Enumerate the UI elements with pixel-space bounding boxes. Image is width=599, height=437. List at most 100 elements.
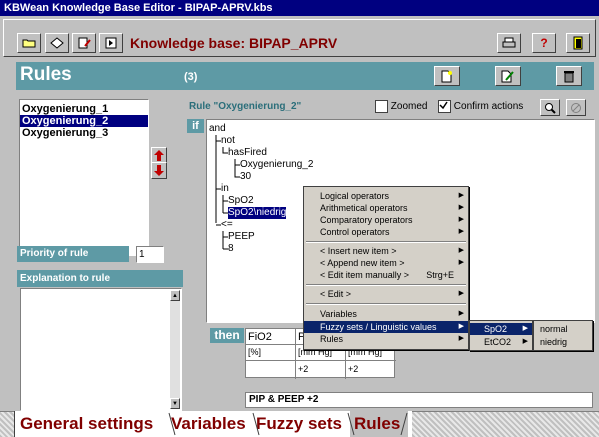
submenu-item-niedrig[interactable]: niedrig — [534, 336, 592, 348]
help-button[interactable]: ? — [532, 33, 556, 53]
menu-item-append[interactable]: < Append new item > ▶ — [304, 257, 468, 269]
new-rule-button[interactable] — [434, 66, 460, 86]
arrow-down-icon — [154, 165, 164, 176]
page-title: Rules — [20, 64, 72, 85]
submenu-arrow-icon: ▶ — [522, 338, 528, 345]
then-unit-cell: [%] — [248, 347, 262, 357]
shortcut-label: Strg+E — [426, 270, 454, 280]
arrow-up-icon — [154, 150, 164, 161]
if-label: if — [187, 119, 204, 133]
edit-rule-button[interactable] — [495, 66, 521, 86]
submenu-arrow-icon: ▶ — [458, 216, 464, 223]
menu-item-control[interactable]: Control operators ▶ — [304, 226, 468, 238]
trash-icon — [564, 70, 574, 82]
magnifier-icon — [545, 102, 556, 114]
open-button[interactable] — [17, 33, 41, 53]
exit-button[interactable] — [566, 33, 590, 53]
then-value-cell[interactable]: +2 — [348, 364, 358, 374]
explanation-scrollbar[interactable]: ▲ ▼ — [170, 290, 180, 409]
printer-icon — [502, 37, 516, 48]
submenu-arrow-icon: ▶ — [458, 259, 464, 266]
edit-document-icon — [78, 37, 91, 49]
fuzzy-variable-submenu: SpO2 ▶ EtCO2 ▶ — [469, 320, 533, 351]
menu-separator — [306, 241, 466, 243]
scroll-up-button[interactable]: ▲ — [170, 290, 180, 301]
submenu-item-etco2[interactable]: EtCO2 ▶ — [470, 336, 532, 348]
menu-item-rules[interactable]: Rules ▶ — [304, 333, 468, 345]
submenu-arrow-icon: ▶ — [458, 323, 464, 330]
menu-label: EtCO2 — [484, 337, 512, 347]
menu-item-variables[interactable]: Variables ▶ — [304, 308, 468, 320]
rule-title: Rule "Oxygenierung_2" — [189, 101, 302, 112]
then-label: then — [210, 328, 244, 343]
menu-label: < Edit item manually > — [320, 270, 410, 280]
run-button[interactable] — [99, 33, 123, 53]
list-item[interactable]: Oxygenierung_3 — [20, 127, 148, 139]
then-header-cell[interactable]: FiO2 — [248, 331, 272, 343]
clear-button[interactable] — [45, 33, 69, 53]
menu-item-logical[interactable]: Logical operators ▶ — [304, 190, 468, 202]
tree-connectors — [215, 135, 240, 250]
menu-item-insert[interactable]: < Insert new item > ▶ — [304, 245, 468, 257]
menu-item-comparatory[interactable]: Comparatory operators ▶ — [304, 214, 468, 226]
then-value-row: +2 +2 — [246, 362, 396, 378]
rules-header: Rules (3) — [16, 62, 594, 90]
explanation-label: Explanation to rule — [17, 270, 183, 287]
submenu-item-spo2[interactable]: SpO2 ▶ — [470, 323, 532, 335]
then-value-cell[interactable]: +2 — [298, 364, 308, 374]
list-item[interactable]: Oxygenierung_1 — [20, 103, 148, 115]
zoomed-checkbox[interactable]: Zoomed — [375, 100, 427, 113]
zoomed-label: Zoomed — [390, 101, 428, 113]
submenu-arrow-icon: ▶ — [458, 290, 464, 297]
menu-label: Rules — [320, 334, 344, 344]
menu-item-edit-manually[interactable]: < Edit item manually > Strg+E — [304, 269, 468, 281]
scroll-down-button[interactable]: ▼ — [170, 398, 180, 409]
menu-label: Comparatory operators — [320, 215, 413, 225]
checkmark-icon — [439, 101, 448, 110]
confirm-check-box[interactable] — [438, 100, 451, 113]
edit-rule-icon — [501, 70, 514, 82]
submenu-arrow-icon: ▶ — [458, 310, 464, 317]
folder-icon — [22, 39, 36, 48]
tab-dividers — [168, 412, 408, 436]
menu-label: SpO2 — [484, 324, 508, 334]
tree-node-rule-name[interactable]: Oxygenierung_2 — [240, 159, 313, 171]
priority-input[interactable]: 1 — [136, 246, 164, 263]
priority-label: Priority of rule — [17, 246, 129, 262]
menu-label: < Append new item > — [320, 258, 405, 268]
main-toolbar: Knowledge base: BIPAP_APRV ? — [0, 16, 599, 60]
move-rule-down-button[interactable] — [151, 162, 167, 179]
menu-item-edit[interactable]: < Edit > ▶ — [304, 288, 468, 300]
column-divider — [295, 329, 296, 379]
menu-label: normal — [540, 324, 568, 334]
delete-rule-button[interactable] — [556, 66, 582, 86]
play-icon — [105, 37, 117, 49]
zoomed-check-box[interactable] — [375, 100, 388, 113]
menu-label: < Edit > — [320, 289, 352, 299]
confirm-actions-checkbox[interactable]: Confirm actions — [438, 100, 523, 113]
menu-label: Logical operators — [320, 191, 390, 201]
rule-count: (3) — [184, 71, 198, 83]
menu-item-fuzzy-sets[interactable]: Fuzzy sets / Linguistic values ▶ — [304, 321, 468, 333]
list-item[interactable]: Oxygenierung_2 — [20, 115, 148, 127]
submenu-arrow-icon: ▶ — [458, 192, 464, 199]
rule-list[interactable]: Oxygenierung_1 Oxygenierung_2 Oxygenieru… — [19, 99, 149, 256]
window-title: KBWean Knowledge Base Editor - BIPAP-APR… — [0, 0, 599, 16]
cancel-button[interactable] — [566, 99, 586, 116]
knowledge-base-label: Knowledge base: BIPAP_APRV — [130, 35, 338, 51]
submenu-arrow-icon: ▶ — [458, 247, 464, 254]
new-document-icon — [441, 70, 452, 82]
help-icon: ? — [540, 36, 548, 50]
menu-item-arithmetical[interactable]: Arithmetical operators ▶ — [304, 202, 468, 214]
context-menu: Logical operators ▶ Arithmetical operator… — [303, 186, 469, 350]
submenu-arrow-icon: ▶ — [458, 204, 464, 211]
edit-kb-button[interactable] — [72, 33, 96, 53]
submenu-arrow-icon: ▶ — [458, 228, 464, 235]
explanation-textarea[interactable]: ▲ ▼ — [20, 288, 182, 411]
submenu-arrow-icon: ▶ — [522, 325, 528, 332]
menu-label: Control operators — [320, 227, 390, 237]
then-summary: PIP & PEEP +2 — [245, 392, 593, 408]
submenu-item-normal[interactable]: normal — [534, 323, 592, 335]
zoom-button[interactable] — [540, 99, 560, 116]
print-button[interactable] — [497, 33, 521, 53]
